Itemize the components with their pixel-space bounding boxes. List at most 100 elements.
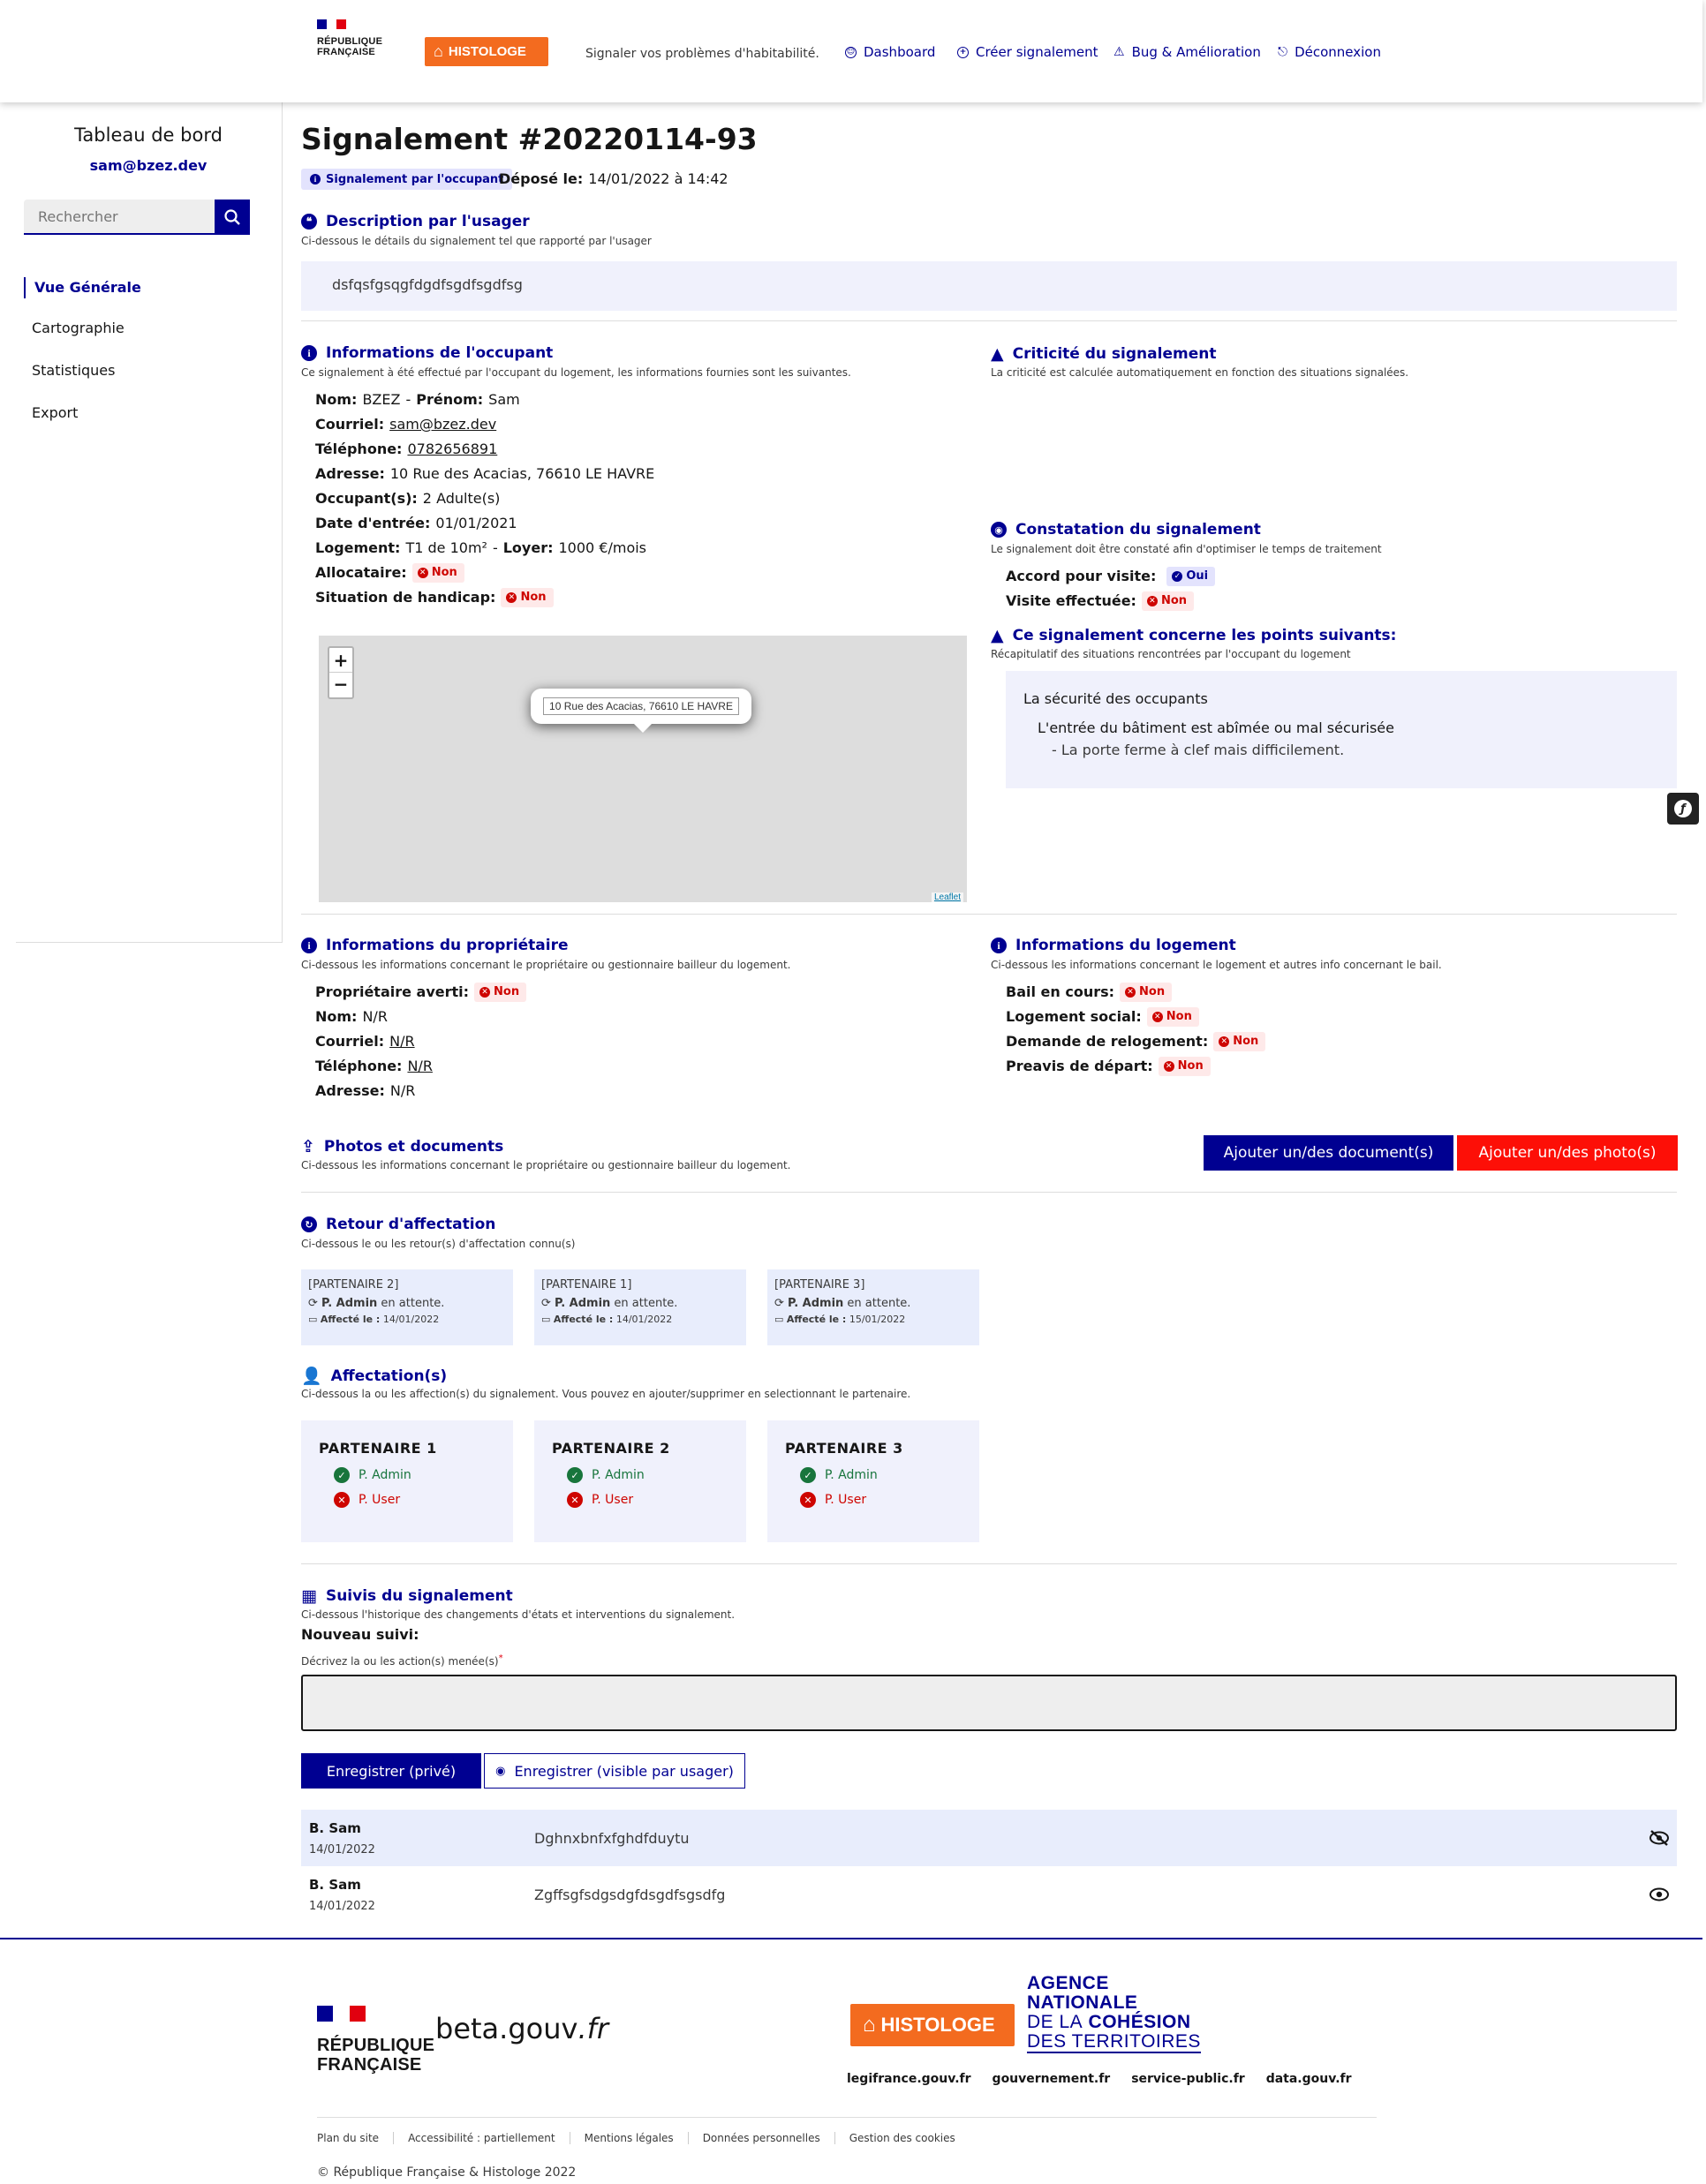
footer-link-data-gouv[interactable]: data.gouv.fr: [1266, 2072, 1352, 2086]
footer-gestion-cookies[interactable]: Gestion des cookies: [849, 2132, 955, 2144]
affectation-card[interactable]: PARTENAIRE 3 ✓ P. Admin ✕ P. User: [767, 1420, 979, 1542]
sidebar-item-cartographie[interactable]: Cartographie: [32, 320, 125, 336]
anct-line3a: DE LA: [1027, 2012, 1083, 2032]
suivi-date: 14/01/2022: [309, 1900, 375, 1913]
anct-logo[interactable]: AGENCE NATIONALE DE LA COHÉSION DES TERR…: [1027, 1974, 1201, 2053]
logement-title: i Informations du logement: [991, 937, 1236, 954]
points-situation: La sécurité des occupants: [1023, 690, 1208, 707]
republique-francaise-logo[interactable]: RÉPUBLIQUE FRANÇAISE: [317, 19, 382, 57]
retour-date: 14/01/2022: [382, 1314, 440, 1325]
courriel-link[interactable]: sam@bzez.dev: [389, 412, 496, 437]
calendar-icon: ▭: [541, 1314, 551, 1325]
affectation-partenaire: PARTENAIRE 1: [319, 1440, 437, 1457]
accord-value: Oui: [1186, 569, 1209, 583]
footer-mentions-legales[interactable]: Mentions légales: [585, 2132, 674, 2144]
close-circle-icon: ✕: [1163, 1061, 1174, 1072]
footer-links: legifrance.gouv.fr gouvernement.fr servi…: [847, 2072, 1352, 2086]
social-label: Logement social:: [1006, 1008, 1142, 1025]
prop-courriel-link[interactable]: N/R: [389, 1029, 414, 1054]
footer-accessibilite[interactable]: Accessibilité : partiellement: [408, 2132, 555, 2144]
suivi-row: B. Sam 14/01/2022 Zgffsgfsdgsdgfdsgdfsgs…: [301, 1866, 1677, 1923]
preavis-badge: ✕ Non: [1158, 1057, 1211, 1076]
points-title: ▲ Ce signalement concerne les points suiv…: [991, 626, 1396, 645]
prop-nom-label: Nom:: [315, 1008, 358, 1025]
search-button[interactable]: [215, 200, 250, 235]
calendar-icon: ▦: [301, 1586, 317, 1606]
photos-title: ⇪ Photos et documents: [301, 1137, 503, 1156]
eye-off-icon[interactable]: [1649, 1829, 1670, 1847]
save-private-button[interactable]: Enregistrer (privé): [301, 1753, 481, 1789]
zoom-out-button[interactable]: −: [329, 673, 352, 697]
affectation-ko-user: P. User: [825, 1493, 867, 1507]
telephone-link[interactable]: 0782656891: [407, 437, 497, 462]
sidebar: Tableau de bord sam@bzez.dev Vue Général…: [16, 102, 283, 943]
footer-plan-du-site[interactable]: Plan du site: [317, 2132, 379, 2144]
occupant-title-text: Informations de l'occupant: [326, 344, 554, 362]
retour-card: [PARTENAIRE 2] ⟳ P. Admin en attente. ▭ …: [301, 1269, 513, 1345]
add-documents-button[interactable]: Ajouter un/des document(s): [1204, 1135, 1453, 1171]
suivi-text: Dghnxbnfxfghdfduytu: [534, 1830, 690, 1847]
allocataire-badge: ✕ Non: [411, 563, 464, 583]
prenom-label: Prénom:: [416, 391, 484, 408]
retour-status: en attente.: [614, 1297, 678, 1310]
close-circle-icon: ✕: [1219, 1036, 1230, 1047]
divider: [301, 914, 1677, 915]
retour-status: en attente.: [847, 1297, 911, 1310]
criticite-title: ▲ Criticité du signalement: [991, 344, 1216, 364]
retour-affecte-label: Affecté le :: [786, 1314, 847, 1325]
nom-value: BZEZ: [362, 391, 401, 408]
points-subtitle: Récapitulatif des situations rencontrées…: [991, 648, 1351, 660]
zoom-in-button[interactable]: +: [329, 648, 352, 673]
footer-link-legifrance[interactable]: legifrance.gouv.fr: [847, 2072, 971, 2086]
divider: [301, 1563, 1677, 1564]
proprietaire-title-text: Informations du propriétaire: [326, 937, 569, 954]
beta-gouv-logo[interactable]: beta.gouv.fr: [435, 2012, 608, 2045]
nav-create-signalement[interactable]: + Créer signalement: [957, 44, 1098, 60]
footer-link-gouvernement[interactable]: gouvernement.fr: [993, 2072, 1111, 2086]
sidebar-item-statistiques[interactable]: Statistiques: [32, 362, 115, 379]
close-circle-icon: ✕: [1125, 987, 1136, 998]
footer-link-service-public[interactable]: service-public.fr: [1131, 2072, 1244, 2086]
logo-text: HISTOLOGE: [448, 44, 526, 59]
map-popup-text: 10 Rue des Acacias, 76610 LE HAVRE: [543, 697, 739, 715]
prop-telephone-link[interactable]: N/R: [407, 1054, 432, 1079]
histologe-logo[interactable]: ⌂ HISTOLOGE: [425, 37, 548, 66]
affectation-ko-user: P. User: [592, 1493, 634, 1507]
nav-logout[interactable]: ⎋ Déconnexion: [1278, 44, 1381, 60]
courriel-label: Courriel:: [315, 416, 385, 433]
sidebar-item-export[interactable]: Export: [32, 404, 78, 421]
debug-toolbar-button[interactable]: ƒ: [1667, 793, 1699, 825]
affectation-card[interactable]: PARTENAIRE 1 ✓ P. Admin ✕ P. User: [301, 1420, 513, 1542]
points-box: La sécurité des occupants L'entrée du bâ…: [1006, 671, 1677, 788]
footer-donnees-personnelles[interactable]: Données personnelles: [703, 2132, 820, 2144]
suivi-textarea[interactable]: [301, 1675, 1677, 1731]
eye-icon[interactable]: [1649, 1886, 1670, 1903]
sync-icon: ⟳: [774, 1297, 784, 1310]
add-photos-button[interactable]: Ajouter un/des photo(s): [1457, 1135, 1678, 1171]
map[interactable]: + − 10 Rue des Acacias, 76610 LE HAVRE L…: [319, 636, 967, 902]
averti-value: Non: [494, 985, 520, 998]
anct-line1: AGENCE: [1027, 1973, 1109, 1993]
sidebar-item-vue-generale[interactable]: Vue Générale: [24, 277, 141, 298]
save-visible-button[interactable]: ◉ Enregistrer (visible par usager): [484, 1753, 745, 1789]
beta-suffix: .fr: [577, 2012, 609, 2045]
map-popup-tip: [634, 724, 652, 733]
nav-bug[interactable]: ⚠ Bug & Amélioration: [1113, 44, 1261, 60]
retour-affecte-label: Affecté le :: [553, 1314, 614, 1325]
affectation-card[interactable]: PARTENAIRE 2 ✓ P. Admin ✕ P. User: [534, 1420, 746, 1542]
dashboard-icon: ☺: [845, 46, 857, 58]
preavis-label: Preavis de départ:: [1006, 1058, 1153, 1074]
footer-histologe-logo[interactable]: ⌂ HISTOLOGE: [850, 2004, 1015, 2046]
affectation-ko-user: P. User: [359, 1493, 401, 1507]
close-circle-icon: ✕: [800, 1492, 816, 1508]
footer-rf-line2: FRANÇAISE: [317, 2055, 422, 2075]
suivis-title: ▦ Suivis du signalement: [301, 1586, 513, 1606]
footer-republique-logo[interactable]: RÉPUBLIQUE FRANÇAISE: [317, 2006, 434, 2075]
info-icon: i: [301, 345, 317, 361]
footer-border: [0, 1938, 1702, 1939]
nav-dashboard[interactable]: ☺ Dashboard: [845, 44, 935, 60]
search-input[interactable]: [24, 200, 215, 235]
close-circle-icon: ✕: [1151, 1012, 1163, 1022]
leaflet-attribution[interactable]: Leaflet: [931, 892, 963, 902]
quote-icon: ❝: [301, 214, 317, 230]
